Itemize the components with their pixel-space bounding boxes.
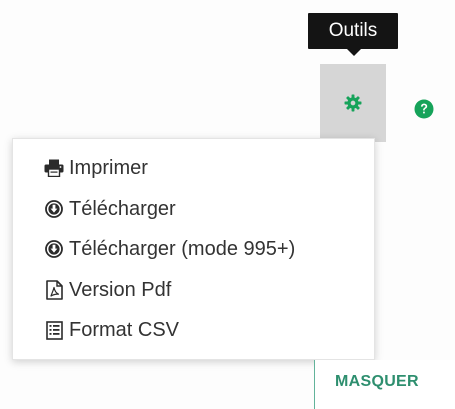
hide-panel-label: MASQUER	[335, 373, 419, 390]
menu-item-print[interactable]: Imprimer	[43, 153, 148, 183]
gear-icon	[344, 94, 362, 112]
tools-area: Outils Imprimer Télécharger Télécharger …	[0, 0, 455, 409]
menu-item-download-995[interactable]: Télécharger (mode 995+)	[43, 234, 295, 264]
download-circle-icon	[43, 198, 65, 220]
tooltip-arrow	[346, 48, 362, 56]
menu-item-label: Imprimer	[69, 156, 148, 179]
menu-item-csv[interactable]: Format CSV	[43, 315, 179, 345]
menu-item-label: Télécharger	[69, 197, 176, 220]
menu-item-label: Format CSV	[69, 318, 180, 341]
printer-icon	[43, 157, 65, 179]
csv-list-icon	[43, 319, 65, 341]
download-circle-icon	[43, 238, 65, 260]
menu-item-label: Version Pdf	[69, 278, 172, 301]
tools-button[interactable]	[320, 64, 386, 142]
tools-dropdown-menu: Imprimer Télécharger Télécharger (mode 9…	[12, 138, 375, 360]
menu-item-label: Télécharger (mode 995+)	[69, 237, 296, 260]
hide-panel-button[interactable]: MASQUER	[314, 360, 455, 409]
menu-item-pdf[interactable]: Version Pdf	[43, 275, 171, 305]
menu-item-download[interactable]: Télécharger	[43, 194, 176, 224]
question-circle-icon[interactable]	[414, 99, 434, 119]
tools-tooltip: Outils	[308, 13, 398, 49]
pdf-file-icon	[43, 279, 65, 301]
